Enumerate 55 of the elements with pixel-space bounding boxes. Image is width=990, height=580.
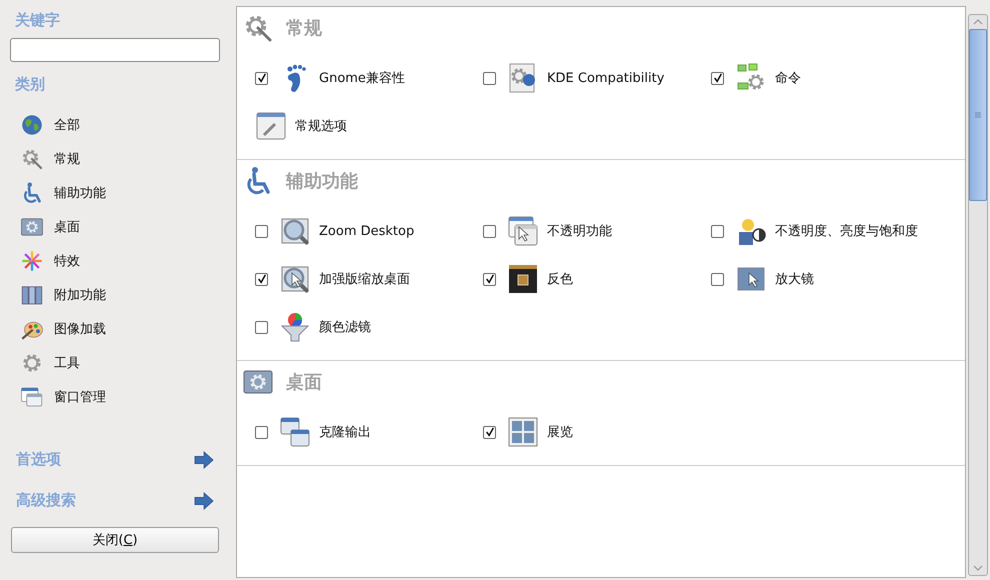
category-item[interactable]: 工具 <box>10 346 220 380</box>
plugin-label[interactable]: 克隆输出 <box>319 424 371 440</box>
windows-icon <box>20 385 44 409</box>
plugin-label[interactable]: 放大镜 <box>775 270 814 288</box>
category-item[interactable]: 桌面 <box>10 210 220 244</box>
plugin-label[interactable]: 命令 <box>775 70 801 86</box>
section-title: 辅助功能 <box>286 170 358 193</box>
keyword-label: 关键字 <box>14 10 61 31</box>
starburst-icon <box>20 249 44 273</box>
checkbox[interactable] <box>483 426 496 438</box>
checkbox[interactable] <box>711 72 724 84</box>
globe-icon <box>20 113 44 137</box>
plugin-label[interactable]: 展览 <box>547 424 573 440</box>
dark-window-icon[interactable] <box>507 263 539 295</box>
gear-wrench-icon <box>20 147 44 171</box>
plugin-label[interactable]: Zoom Desktop <box>319 222 414 240</box>
close-button[interactable]: 关闭(C) <box>11 527 219 553</box>
window-wrench-icon[interactable] <box>255 110 287 142</box>
window-cursor-icon[interactable] <box>507 215 539 247</box>
scrollbar[interactable] <box>968 14 988 576</box>
plugin-label[interactable]: 颜色滤镜 <box>319 318 371 336</box>
checkbox[interactable] <box>255 224 268 238</box>
plugin-label[interactable]: KDE Compatibility <box>547 70 664 86</box>
checkbox[interactable] <box>255 320 268 334</box>
plugin-label[interactable]: 不透明功能 <box>547 222 612 240</box>
category-item[interactable]: 常规 <box>10 142 220 176</box>
category-item[interactable]: 窗口管理 <box>10 380 220 414</box>
checkbox[interactable] <box>255 426 268 438</box>
plugin-label[interactable]: Gnome兼容性 <box>319 70 405 86</box>
section-title: 桌面 <box>286 371 322 394</box>
plugin-label[interactable]: 不透明度、亮度与饱和度 <box>775 222 918 240</box>
checkbox[interactable] <box>711 272 724 286</box>
plugin-label[interactable]: 常规选项 <box>295 118 347 134</box>
checkbox[interactable] <box>255 72 268 84</box>
checkbox[interactable] <box>255 272 268 286</box>
plugin-label[interactable]: 反色 <box>547 270 573 288</box>
arrow-icon[interactable] <box>194 492 214 510</box>
category-item[interactable]: 特效 <box>10 244 220 278</box>
category-item[interactable]: 附加功能 <box>10 278 220 312</box>
checkbox[interactable] <box>483 224 496 238</box>
section-title: 常规 <box>286 17 322 40</box>
plugin-label[interactable]: 加强版缩放桌面 <box>319 270 410 288</box>
category-item[interactable]: 全部 <box>10 108 220 142</box>
checkbox[interactable] <box>711 224 724 238</box>
checkbox[interactable] <box>483 272 496 286</box>
checkbox[interactable] <box>483 72 496 84</box>
color-funnel-icon[interactable] <box>279 311 311 343</box>
search-field[interactable] <box>10 38 220 62</box>
clone-windows-icon[interactable] <box>279 416 311 448</box>
category-label: 类别 <box>14 74 46 95</box>
grid-icon[interactable] <box>507 416 539 448</box>
category-item[interactable]: 辅助功能 <box>10 176 220 210</box>
arrow-icon[interactable] <box>194 450 214 468</box>
scroll-thumb[interactable] <box>969 29 987 201</box>
category-item[interactable]: 图像加载 <box>10 312 220 346</box>
